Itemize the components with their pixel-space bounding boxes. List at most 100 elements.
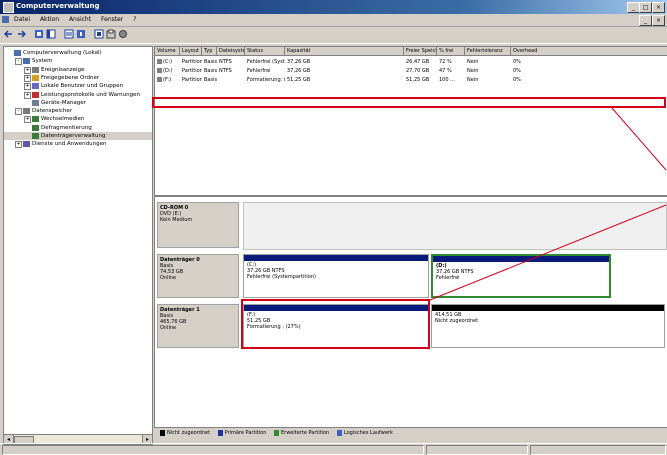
tree-item[interactable]: + Wechselmedien (4, 115, 152, 124)
cdrom-area[interactable] (243, 202, 667, 250)
title-bar: Computerverwaltung _ □ × (0, 0, 667, 14)
column-header[interactable]: Overhead (511, 47, 667, 56)
settings-icon[interactable] (118, 29, 128, 39)
unallocated-space[interactable]: 414,51 GB Nicht zugeordnet (431, 304, 665, 348)
tree-item[interactable]: + Leistungsprotokolle und Warnungen (4, 91, 152, 99)
legend-label: Logisches Laufwerk (343, 430, 393, 436)
tree-item[interactable]: Computerverwaltung (Lokal) (4, 49, 152, 57)
refresh-icon[interactable] (94, 29, 104, 39)
table-cell: NTFS (219, 68, 232, 74)
table-cell: 0% (513, 68, 521, 74)
menu-bar: Datei Aktion Ansicht Fenster ? _ × (0, 14, 667, 27)
tree-item[interactable]: Defragmentierung (4, 124, 152, 132)
tree-item[interactable]: - System (4, 57, 152, 66)
menu-window[interactable]: Fenster (101, 16, 123, 23)
volume-icon (157, 77, 162, 82)
back-icon[interactable] (4, 29, 14, 39)
status-bar (0, 443, 667, 455)
tree-item[interactable]: Datenträgerverwaltung (4, 132, 152, 140)
table-cell: Partition (182, 68, 202, 74)
tree-item[interactable]: + Freigegebene Ordner (4, 74, 152, 82)
collapse-icon[interactable]: - (15, 58, 22, 66)
expand-icon[interactable]: + (24, 91, 31, 99)
tree-node-icon (32, 124, 39, 131)
column-header[interactable]: Freier Speicher (404, 47, 437, 56)
export-icon[interactable] (106, 29, 116, 39)
table-row[interactable]: (F:)PartitionBasisFormatierung: (27%)51,… (155, 76, 667, 84)
tree-item-label: Defragmentierung (41, 124, 92, 131)
volume-list[interactable]: VolumeLayoutTypDateisystemStatusKapazitä… (154, 46, 667, 196)
volume-icon (157, 59, 162, 64)
console-tree[interactable]: Computerverwaltung (Lokal) - System + Ereign… (3, 46, 153, 436)
table-cell: 0% (513, 77, 521, 83)
tree-node-icon (14, 50, 21, 56)
menu-action[interactable]: Aktion (40, 16, 59, 23)
table-row[interactable]: (C:)PartitionBasisNTFSFehlerfrei (System… (155, 58, 667, 66)
expand-icon[interactable]: + (24, 83, 31, 91)
expand-icon[interactable]: + (24, 66, 31, 74)
tree-node-icon (32, 66, 39, 73)
tree-item[interactable]: + Dienste und Anwendungen (4, 140, 152, 149)
child-minimize-button[interactable]: _ (639, 15, 652, 26)
disk-label-disk1[interactable]: Datenträger 1 Basis 465,76 GB Online (157, 304, 239, 348)
tree-item-label: Geräte-Manager (41, 99, 86, 106)
properties-icon[interactable] (64, 29, 74, 39)
table-cell: Partition (182, 59, 202, 65)
column-header[interactable]: Typ (202, 47, 217, 56)
table-cell: Fehlerfrei (247, 68, 271, 74)
forward-icon[interactable] (16, 29, 26, 39)
table-cell: Nein (467, 68, 479, 74)
menu-view[interactable]: Ansicht (69, 16, 91, 23)
column-header[interactable]: Layout (180, 47, 202, 56)
disk-label-disk0[interactable]: Datenträger 0 Basis 74,53 GB Online (157, 254, 239, 298)
tree-item-label: Leistungsprotokolle und Warnungen (41, 91, 140, 98)
tree-item-label: Dienste und Anwendungen (32, 141, 107, 148)
expand-icon[interactable]: + (15, 141, 22, 149)
table-row[interactable]: (D:) Partition Basis NTFS Fehlerfrei 37,26 GB… (155, 67, 667, 75)
child-close-button[interactable]: × (652, 15, 665, 26)
help-icon[interactable] (76, 29, 86, 39)
table-cell: Fehlerfrei (Systempartition) (247, 59, 285, 65)
show-hide-tree-icon[interactable] (46, 29, 56, 39)
disk-info-line: Online (160, 275, 177, 281)
tree-node-icon (32, 116, 39, 123)
toolbar (0, 27, 667, 44)
expand-icon[interactable]: + (24, 116, 31, 124)
expand-icon[interactable]: + (24, 74, 31, 82)
table-cell: 47 % (439, 68, 452, 74)
tree-node-icon (23, 108, 30, 115)
tree-item-label: Wechselmedien (41, 116, 85, 123)
partition-c[interactable]: (C:) 37,26 GB NTFS Fehlerfrei (Systempar… (243, 254, 429, 298)
table-cell: Basis (204, 77, 217, 83)
maximize-button[interactable]: □ (639, 2, 652, 13)
close-button[interactable]: × (652, 2, 665, 13)
column-header[interactable]: Fehlertoleranz (465, 47, 511, 56)
tree-item-label: Ereignisanzeige (41, 66, 85, 73)
legend-swatch-unallocated (160, 429, 165, 436)
column-header[interactable]: % frei (437, 47, 465, 56)
column-header[interactable]: Volume (155, 47, 180, 56)
tree-item[interactable]: - Datenspeicher (4, 107, 152, 116)
disk-label-cdrom[interactable]: CD-ROM 0 DVD (E:) Kein Medium (157, 202, 239, 248)
tree-item[interactable]: + Lokale Benutzer und Gruppen (4, 82, 152, 91)
tree-item[interactable]: + Ereignisanzeige (4, 66, 152, 74)
partition-d[interactable]: (D:) 37,26 GB NTFS Fehlerfrei (431, 254, 611, 298)
column-header[interactable]: Kapazität (285, 47, 404, 56)
up-icon[interactable] (34, 29, 44, 39)
partition-status: Fehlerfrei (436, 275, 460, 281)
volume-icon (157, 68, 162, 73)
table-cell: 27,70 GB (406, 68, 430, 74)
mmc-icon (2, 16, 9, 23)
column-header[interactable]: Dateisystem (217, 47, 245, 56)
column-header[interactable]: Status (245, 47, 285, 56)
collapse-icon[interactable]: - (15, 108, 22, 116)
tree-item-label: Computerverwaltung (Lokal) (23, 50, 102, 56)
tree-item[interactable]: Geräte-Manager (4, 99, 152, 107)
tree-node-icon (32, 99, 39, 106)
table-cell: 0% (513, 59, 521, 65)
table-cell: Formatierung: (27%) (247, 77, 285, 83)
menu-help[interactable]: ? (133, 16, 136, 23)
table-cell: 51,25 GB (406, 77, 430, 83)
table-cell: 51,25 GB (287, 77, 311, 83)
menu-file[interactable]: Datei (14, 16, 30, 23)
